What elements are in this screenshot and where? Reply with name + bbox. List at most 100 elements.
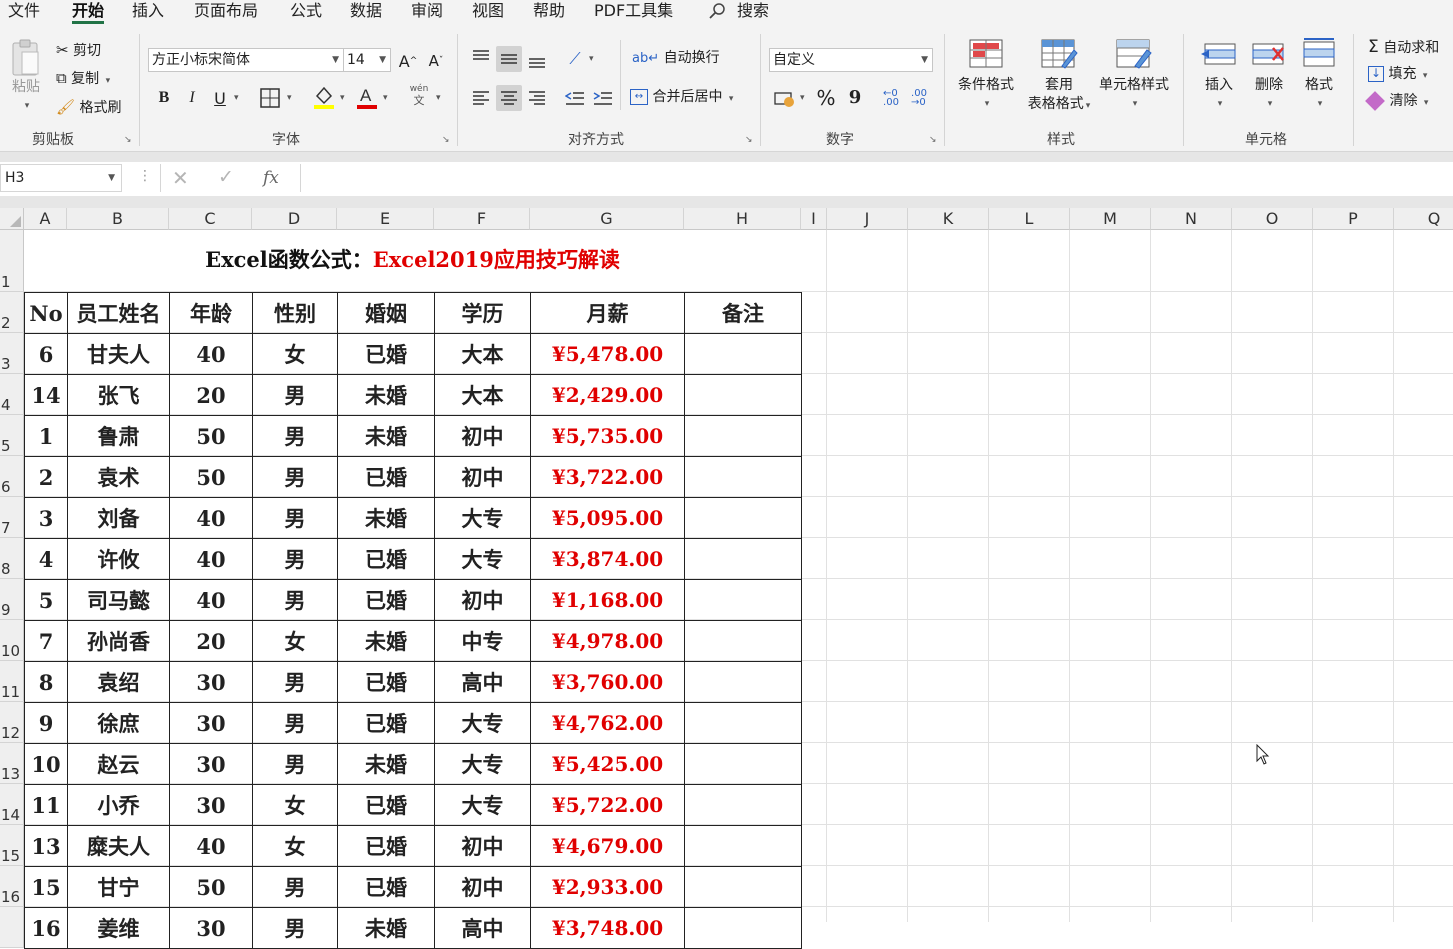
header-marital[interactable]: 婚姻 — [338, 293, 435, 334]
row-header[interactable]: 13 — [0, 743, 24, 784]
borders-icon[interactable] — [260, 88, 280, 108]
cell-education[interactable]: 中专 — [435, 621, 531, 662]
column-header[interactable]: L — [989, 208, 1070, 230]
cell-salary[interactable]: ¥2,933.00 — [531, 867, 685, 908]
row-header[interactable] — [0, 907, 24, 948]
cell-salary[interactable]: ¥3,874.00 — [531, 539, 685, 580]
cell-marital[interactable]: 未婚 — [338, 908, 435, 949]
column-header[interactable]: M — [1070, 208, 1151, 230]
cell-name[interactable]: 袁绍 — [68, 662, 170, 703]
clear-button[interactable]: 清除 ▾ — [1368, 89, 1428, 113]
tab-review[interactable]: 审阅 — [411, 0, 443, 24]
cell-no[interactable]: 15 — [25, 867, 68, 908]
cell-marital[interactable]: 未婚 — [338, 744, 435, 785]
cell-education[interactable]: 初中 — [435, 867, 531, 908]
cell-education[interactable]: 大专 — [435, 539, 531, 580]
cell-no[interactable]: 13 — [25, 826, 68, 867]
row-header[interactable]: 14 — [0, 784, 24, 825]
cell-education[interactable]: 初中 — [435, 457, 531, 498]
cell-marital[interactable]: 未婚 — [338, 621, 435, 662]
cell-education[interactable]: 大专 — [435, 703, 531, 744]
fill-color-dropdown-icon[interactable]: ▾ — [340, 86, 345, 110]
format-as-table-button[interactable]: 套用 表格格式▾ — [1024, 38, 1094, 116]
insert-cells-button[interactable]: 插入 ▾ — [1196, 38, 1242, 114]
cell-no[interactable]: 6 — [25, 334, 68, 375]
column-header[interactable]: F — [434, 208, 530, 230]
paste-dropdown-icon[interactable]: ▾ — [8, 97, 46, 116]
accounting-format-icon[interactable] — [772, 86, 798, 112]
row-header[interactable]: 4 — [0, 374, 24, 415]
borders-dropdown-icon[interactable]: ▾ — [287, 86, 292, 110]
header-no[interactable]: No — [25, 293, 68, 334]
merge-dropdown-icon[interactable]: ▾ — [729, 94, 734, 104]
row-header[interactable]: 1 — [0, 230, 24, 292]
clipboard-launcher-icon[interactable]: ↘ — [124, 135, 132, 145]
tab-help[interactable]: 帮助 — [533, 0, 565, 24]
wrap-text-button[interactable]: ab↵ 自动换行 — [632, 46, 720, 70]
cell-age[interactable]: 30 — [170, 744, 253, 785]
row-header[interactable]: 16 — [0, 866, 24, 907]
percent-button[interactable]: % — [813, 85, 839, 111]
cell-name[interactable]: 刘备 — [68, 498, 170, 539]
number-format-select[interactable]: 自定义 ▼ — [769, 48, 933, 72]
column-header[interactable]: Q — [1394, 208, 1453, 230]
column-header[interactable]: H — [684, 208, 801, 230]
cell-age[interactable]: 30 — [170, 908, 253, 949]
align-right-icon[interactable] — [524, 85, 550, 111]
row-header[interactable]: 12 — [0, 702, 24, 743]
copy-dropdown-icon[interactable]: ▾ — [106, 76, 111, 86]
tab-page-layout[interactable]: 页面布局 — [194, 0, 258, 24]
cell-age[interactable]: 40 — [170, 334, 253, 375]
tab-file[interactable]: 文件 — [8, 0, 40, 24]
cell-notes[interactable] — [685, 867, 802, 908]
cancel-icon[interactable]: ✕ — [172, 166, 189, 190]
comma-style-button[interactable]: 9 — [842, 84, 868, 110]
row-header[interactable]: 5 — [0, 415, 24, 456]
column-header[interactable]: B — [67, 208, 169, 230]
tab-insert[interactable]: 插入 — [132, 0, 164, 24]
cell-marital[interactable]: 已婚 — [338, 703, 435, 744]
cell-marital[interactable]: 未婚 — [338, 375, 435, 416]
cell-name[interactable]: 赵云 — [68, 744, 170, 785]
cell-marital[interactable]: 已婚 — [338, 580, 435, 621]
format-painter-button[interactable]: 🖌 格式刷 — [56, 95, 122, 119]
column-header[interactable]: N — [1151, 208, 1232, 230]
cell-notes[interactable] — [685, 908, 802, 949]
cell-no[interactable]: 1 — [25, 416, 68, 457]
row-header[interactable]: 15 — [0, 825, 24, 866]
cell-notes[interactable] — [685, 498, 802, 539]
cell-gender[interactable]: 男 — [253, 867, 338, 908]
cell-education[interactable]: 初中 — [435, 416, 531, 457]
cell-styles-button[interactable]: 单元格样式 ▾ — [1096, 38, 1172, 114]
cell-salary[interactable]: ¥2,429.00 — [531, 375, 685, 416]
cell-marital[interactable]: 未婚 — [338, 416, 435, 457]
number-launcher-icon[interactable]: ↘ — [929, 135, 937, 145]
cell-gender[interactable]: 男 — [253, 416, 338, 457]
cell-no[interactable]: 11 — [25, 785, 68, 826]
cell-name[interactable]: 徐庶 — [68, 703, 170, 744]
cell-age[interactable]: 40 — [170, 539, 253, 580]
tab-data[interactable]: 数据 — [350, 0, 382, 24]
header-notes[interactable]: 备注 — [685, 293, 802, 334]
cell-no[interactable]: 4 — [25, 539, 68, 580]
cell-education[interactable]: 高中 — [435, 908, 531, 949]
cell-gender[interactable]: 男 — [253, 908, 338, 949]
cell-salary[interactable]: ¥3,760.00 — [531, 662, 685, 703]
formula-input[interactable] — [300, 164, 1453, 192]
insert-function-icon[interactable]: fx — [263, 168, 279, 188]
column-header[interactable]: D — [252, 208, 337, 230]
align-left-icon[interactable] — [468, 85, 494, 111]
cell-gender[interactable]: 男 — [253, 744, 338, 785]
cell-gender[interactable]: 女 — [253, 334, 338, 375]
cell-notes[interactable] — [685, 785, 802, 826]
paste-button[interactable]: 粘贴 ▾ — [6, 38, 46, 116]
more-options-icon[interactable]: ⋮ — [138, 168, 152, 184]
tab-home[interactable]: 开始 — [72, 0, 104, 24]
cell-salary[interactable]: ¥4,679.00 — [531, 826, 685, 867]
cell-salary[interactable]: ¥5,425.00 — [531, 744, 685, 785]
fill-color-icon[interactable] — [312, 84, 336, 110]
cell-salary[interactable]: ¥5,722.00 — [531, 785, 685, 826]
row-header[interactable]: 9 — [0, 579, 24, 620]
search-label[interactable]: 搜索 — [737, 0, 769, 22]
cell-salary[interactable]: ¥4,762.00 — [531, 703, 685, 744]
